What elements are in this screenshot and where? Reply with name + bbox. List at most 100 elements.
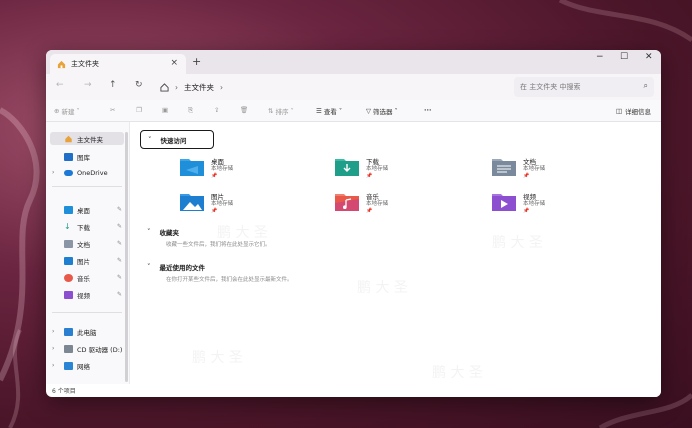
pin-icon: 📌	[523, 173, 530, 179]
pin-icon: 📌	[523, 208, 530, 214]
sort-button[interactable]: ⇅ 排序 ˅	[268, 106, 294, 116]
search-input[interactable]: 在 主文件夹 中搜索 ⌕	[514, 77, 654, 97]
recent-files-title: 最近使用的文件	[159, 264, 206, 272]
sidebar-item-label: 视频	[77, 291, 90, 300]
chevron-right-icon[interactable]: ›	[220, 83, 223, 92]
filter-button[interactable]: ▽ 筛选器 ˅	[366, 106, 398, 116]
quick-access-title: 快速访问	[160, 136, 187, 145]
folder-location: 本地存储	[366, 201, 389, 207]
rename-icon[interactable]: ⎘	[188, 106, 193, 115]
pin-icon: ✎	[116, 291, 122, 298]
new-label: 新建	[61, 108, 75, 116]
sidebar-item-label: CD 驱动器 (D:)	[77, 345, 123, 354]
details-button[interactable]: ◫ 详细信息	[616, 106, 651, 116]
folder-name: 图片	[211, 193, 224, 201]
folder-downloads[interactable]: 下载 本地存储 📌	[335, 158, 388, 179]
pin-icon: ✎	[116, 240, 122, 247]
favorites-header[interactable]: ˅ 收藏夹	[147, 227, 179, 237]
back-button[interactable]: ←	[56, 80, 64, 90]
maximize-button[interactable]: ☐	[620, 52, 628, 62]
forward-button[interactable]: →	[84, 80, 92, 90]
chevron-down-icon: ˅	[147, 228, 151, 236]
navigation-pane: 主文件夹 图库 › OneDrive 桌面 ✎ ↓ 下载 ✎ 文档 ✎ 图片 ✎…	[46, 122, 130, 384]
navigation-bar: ← → ↑ ↻ › 主文件夹 › 在 主文件夹 中搜索 ⌕	[46, 74, 661, 100]
more-options-button[interactable]: ···	[424, 106, 431, 114]
tab-title: 主文件夹	[71, 60, 99, 68]
pin-icon: 📌	[366, 173, 373, 179]
chevron-right-icon[interactable]: ›	[52, 328, 54, 335]
sidebar-item-music[interactable]: 音乐 ✎	[50, 271, 124, 284]
new-button[interactable]: ⊕ 新建 ˅	[54, 106, 80, 116]
title-bar: 主文件夹 × + − ☐ ✕	[46, 50, 661, 74]
share-icon[interactable]: ⇪	[214, 106, 219, 114]
file-explorer-window: 主文件夹 × + − ☐ ✕ ← → ↑ ↻ › 主文件夹 › 在 主文件夹 中…	[46, 50, 661, 397]
documents-folder-icon	[492, 159, 516, 176]
folder-name: 文档	[523, 158, 536, 166]
quick-access-header[interactable]: ˅ 快速访问	[140, 130, 214, 149]
sidebar-item-gallery[interactable]: 图库	[50, 150, 124, 163]
watermark: 鹏 大 圣	[217, 225, 268, 241]
view-button[interactable]: ☰ 查看 ˅	[316, 106, 342, 116]
search-icon: ⌕	[643, 81, 648, 90]
copy-icon[interactable]: ❐	[136, 106, 142, 114]
pin-icon: ✎	[116, 206, 122, 213]
sidebar-item-label: 主文件夹	[77, 135, 103, 144]
recent-files-header[interactable]: ˅ 最近使用的文件	[147, 262, 205, 272]
refresh-button[interactable]: ↻	[135, 80, 143, 90]
command-toolbar: ⊕ 新建 ˅ ✂ ❐ ▣ ⎘ ⇪ 🗑 ⇅ 排序 ˅ ☰ 查看 ˅ ▽ 筛选器 ˅…	[46, 100, 661, 122]
sidebar-item-cd-drive[interactable]: › CD 驱动器 (D:)	[50, 342, 124, 355]
desktop-folder-icon	[180, 159, 204, 176]
delete-icon[interactable]: 🗑	[240, 106, 248, 114]
sidebar-item-documents[interactable]: 文档 ✎	[50, 237, 124, 250]
content-pane: ˅ 快速访问 桌面 本地存储 📌 下载 本地存储 📌 文档 本地存储 📌 图片 …	[132, 122, 661, 397]
chevron-down-icon: ˅	[148, 135, 152, 144]
address-bar[interactable]: › 主文件夹 ›	[152, 77, 508, 97]
watermark: 鹏 大 圣	[357, 280, 408, 296]
sidebar-item-this-pc[interactable]: › 此电脑	[50, 325, 124, 338]
folder-documents[interactable]: 文档 本地存储 📌	[492, 158, 545, 179]
folder-pictures[interactable]: 图片 本地存储 📌	[180, 193, 233, 214]
minimize-button[interactable]: −	[596, 52, 604, 62]
sidebar-item-label: OneDrive	[77, 168, 108, 177]
folder-location: 本地存储	[523, 201, 546, 207]
computer-icon	[64, 327, 73, 336]
close-button[interactable]: ✕	[645, 52, 653, 62]
sidebar-item-onedrive[interactable]: › OneDrive	[50, 166, 124, 179]
desktop-folder-icon	[64, 205, 73, 214]
sidebar-item-label: 图片	[77, 257, 90, 266]
cut-icon[interactable]: ✂	[110, 106, 115, 114]
sidebar-item-home[interactable]: 主文件夹	[50, 132, 124, 145]
folder-desktop[interactable]: 桌面 本地存储 📌	[180, 158, 233, 179]
network-icon	[64, 361, 73, 370]
folder-location: 本地存储	[211, 166, 234, 172]
folder-name: 音乐	[366, 193, 379, 201]
sidebar-item-pictures[interactable]: 图片 ✎	[50, 254, 124, 267]
sidebar-scrollbar[interactable]	[125, 132, 128, 382]
gallery-icon	[64, 152, 73, 161]
chevron-down-icon: ˅	[290, 107, 294, 115]
tab-close-button[interactable]: ×	[170, 58, 178, 68]
paste-icon[interactable]: ▣	[162, 106, 168, 114]
pictures-icon	[64, 256, 73, 265]
folder-videos[interactable]: 视频 本地存储 📌	[492, 193, 545, 214]
sidebar-item-desktop[interactable]: 桌面 ✎	[50, 203, 124, 216]
breadcrumb-home[interactable]: 主文件夹	[184, 82, 214, 93]
chevron-down-icon: ˅	[338, 107, 343, 115]
new-tab-button[interactable]: +	[192, 55, 201, 68]
videos-icon	[64, 290, 73, 299]
up-button[interactable]: ↑	[109, 80, 117, 90]
sidebar-item-label: 音乐	[77, 274, 90, 283]
chevron-right-icon[interactable]: ›	[52, 362, 54, 369]
tab-home[interactable]: 主文件夹 ×	[50, 54, 186, 74]
pin-icon: ✎	[116, 257, 122, 264]
sidebar-item-network[interactable]: › 网络	[50, 359, 124, 372]
onedrive-icon	[64, 169, 73, 176]
chevron-down-icon: ˅	[394, 107, 398, 115]
videos-folder-icon	[492, 194, 516, 211]
chevron-right-icon[interactable]: ›	[52, 169, 54, 176]
documents-icon	[64, 239, 73, 248]
sidebar-item-videos[interactable]: 视频 ✎	[50, 288, 124, 301]
sidebar-item-downloads[interactable]: ↓ 下载 ✎	[50, 220, 124, 233]
chevron-right-icon[interactable]: ›	[52, 345, 54, 352]
folder-music[interactable]: 音乐 本地存储 📌	[335, 193, 388, 214]
